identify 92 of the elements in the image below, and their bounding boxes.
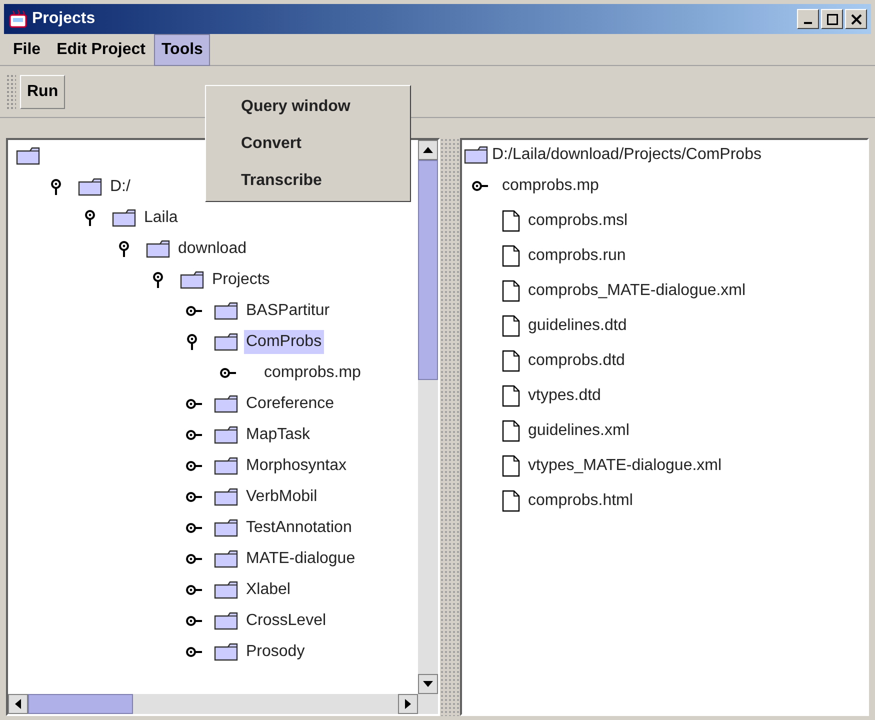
- collapsed-handle-icon[interactable]: [220, 366, 236, 378]
- folder-icon: [180, 270, 204, 288]
- tree-item[interactable]: BASPartitur: [244, 298, 332, 322]
- collapsed-handle-icon[interactable]: [186, 460, 202, 472]
- tree-item[interactable]: Prosody: [244, 640, 307, 664]
- folder-icon: [214, 642, 238, 660]
- expanded-handle-icon[interactable]: [118, 240, 130, 256]
- tree-item[interactable]: MapTask: [244, 422, 312, 446]
- expanded-handle-icon[interactable]: [84, 210, 96, 226]
- folder-icon: [214, 518, 238, 536]
- tree-item[interactable]: download: [176, 236, 248, 260]
- menu-option[interactable]: Transcribe: [206, 162, 410, 199]
- document-icon: [502, 280, 520, 302]
- collapsed-handle-icon[interactable]: [186, 614, 202, 626]
- file-name[interactable]: comprobs.run: [528, 244, 626, 268]
- folder-icon: [214, 302, 238, 320]
- close-icon: [850, 14, 862, 24]
- tree-item[interactable]: VerbMobil: [244, 484, 320, 508]
- document-icon: [502, 454, 520, 476]
- app-icon: [8, 9, 28, 29]
- minimize-icon: [804, 22, 812, 24]
- collapsed-handle-icon[interactable]: [186, 522, 202, 534]
- expanded-handle-icon[interactable]: [152, 272, 164, 288]
- tree-item[interactable]: Projects: [210, 268, 272, 292]
- document-icon: [502, 244, 520, 266]
- scroll-left-icon[interactable]: [15, 699, 21, 709]
- tree-item[interactable]: Xlabel: [244, 578, 292, 602]
- collapsed-handle-icon[interactable]: [186, 584, 202, 596]
- minimize-button[interactable]: [797, 9, 819, 29]
- collapsed-handle-icon[interactable]: [186, 552, 202, 564]
- folder-icon: [16, 146, 40, 164]
- tree-item[interactable]: Laila: [142, 206, 180, 230]
- folder-icon: [78, 178, 102, 196]
- collapsed-handle-icon[interactable]: [186, 304, 202, 316]
- menu-item[interactable]: File: [6, 34, 48, 66]
- file-name[interactable]: comprobs.dtd: [528, 348, 625, 372]
- run-button[interactable]: Run: [20, 74, 66, 108]
- file-name[interactable]: guidelines.dtd: [528, 314, 627, 338]
- document-icon: [502, 350, 520, 372]
- tree-item[interactable]: Morphosyntax: [244, 454, 348, 478]
- document-icon: [502, 314, 520, 336]
- folder-icon: [214, 426, 238, 444]
- folder-icon: [214, 580, 238, 598]
- file-name[interactable]: comprobs_MATE-dialogue.xml: [528, 278, 746, 302]
- folder-icon: [214, 456, 238, 474]
- document-icon: [502, 420, 520, 442]
- vertical-scrollbar[interactable]: [418, 140, 438, 694]
- folder-path: D:/Laila/download/Projects/ComProbs: [492, 145, 762, 165]
- close-button[interactable]: [845, 9, 867, 29]
- scroll-right-icon[interactable]: [405, 699, 411, 709]
- toolbar-grip: [6, 74, 16, 110]
- scroll-down-icon[interactable]: [423, 681, 433, 687]
- collapsed-handle-icon[interactable]: [186, 398, 202, 410]
- collapsed-handle-icon[interactable]: [186, 428, 202, 440]
- folder-icon: [214, 550, 238, 568]
- file-name[interactable]: comprobs.html: [528, 488, 633, 512]
- folder-icon: [146, 240, 170, 258]
- document-icon: [502, 210, 520, 232]
- tree-item[interactable]: MATE-dialogue: [244, 546, 358, 570]
- file-name[interactable]: comprobs.mp: [502, 174, 599, 198]
- tree-item[interactable]: D:/: [108, 174, 132, 198]
- tree-item[interactable]: comprobs.mp: [262, 360, 363, 384]
- menu-option[interactable]: Convert: [206, 125, 410, 162]
- collapsed-handle-icon[interactable]: [472, 180, 488, 192]
- document-icon: [502, 384, 520, 406]
- file-name[interactable]: comprobs.msl: [528, 208, 628, 232]
- expanded-handle-icon[interactable]: [50, 178, 62, 194]
- tree-item[interactable]: CrossLevel: [244, 608, 328, 632]
- expanded-handle-icon[interactable]: [186, 334, 198, 350]
- menu-item[interactable]: Tools: [154, 34, 210, 66]
- folder-icon: [214, 394, 238, 412]
- window-title: Projects: [32, 9, 96, 29]
- folder-icon: [214, 612, 238, 630]
- folder-icon: [214, 332, 238, 350]
- maximize-button[interactable]: [821, 9, 843, 29]
- tree-item[interactable]: TestAnnotation: [244, 516, 354, 540]
- folder-icon: [464, 146, 488, 164]
- maximize-icon: [826, 14, 838, 24]
- menu-option[interactable]: Query window: [206, 88, 410, 125]
- tree-item[interactable]: ComProbs: [244, 330, 324, 354]
- collapsed-handle-icon[interactable]: [186, 490, 202, 502]
- horizontal-scrollbar[interactable]: [8, 694, 438, 714]
- file-name[interactable]: vtypes.dtd: [528, 384, 601, 408]
- file-name[interactable]: guidelines.xml: [528, 418, 630, 442]
- folder-icon: [112, 208, 136, 226]
- document-icon: [502, 490, 520, 512]
- menu-item[interactable]: Edit Project: [50, 34, 152, 66]
- file-name[interactable]: vtypes_MATE-dialogue.xml: [528, 454, 722, 478]
- folder-icon: [214, 488, 238, 506]
- collapsed-handle-icon[interactable]: [186, 646, 202, 658]
- scroll-up-icon[interactable]: [423, 147, 433, 153]
- tree-item[interactable]: Coreference: [244, 392, 336, 416]
